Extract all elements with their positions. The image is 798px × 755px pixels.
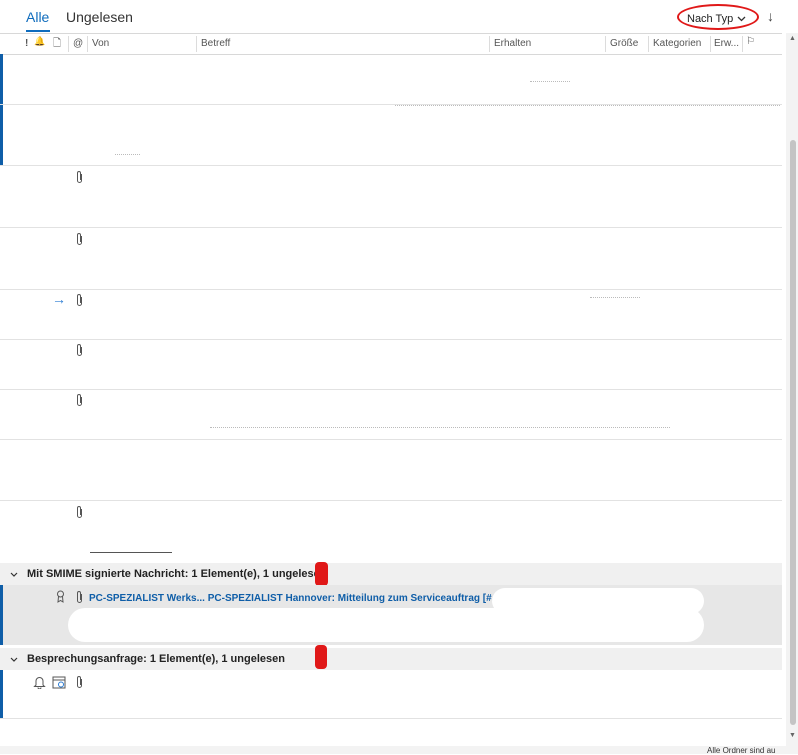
column-type-icon[interactable]: 🗋 (53, 36, 61, 53)
paperclip-icon (75, 293, 84, 310)
sort-direction-icon[interactable]: ↓ (767, 8, 774, 24)
paperclip-icon (75, 343, 84, 360)
message-row-4[interactable] (0, 228, 782, 290)
message-row-9[interactable] (0, 501, 782, 559)
message-row-6[interactable] (0, 340, 782, 390)
message-row-3[interactable] (0, 166, 782, 228)
paperclip-icon (75, 170, 84, 187)
group-header-smime[interactable]: Mit SMIME signierte Nachricht: 1 Element… (0, 563, 782, 585)
group-header-meeting[interactable]: Besprechungsanfrage: 1 Element(e), 1 ung… (0, 648, 782, 670)
column-attachment[interactable]: @ (73, 38, 83, 49)
column-flag-icon[interactable]: ⚐ (746, 36, 755, 47)
message-row-7[interactable] (0, 390, 782, 440)
annotation-mark (315, 645, 327, 669)
paperclip-icon (75, 505, 84, 522)
status-bar (0, 746, 798, 754)
forwarded-arrow-icon: → (52, 291, 66, 307)
column-size[interactable]: Größe (610, 38, 638, 49)
smime-message-text[interactable]: PC-SPEZIALIST Werks... PC-SPEZIALIST Han… (89, 593, 500, 604)
message-row-meeting[interactable] (0, 670, 782, 719)
group-title: Mit SMIME signierte Nachricht: 1 Element… (27, 568, 327, 580)
column-extended[interactable]: Erw... (714, 38, 739, 49)
paperclip-icon (75, 232, 84, 249)
column-received[interactable]: Erhalten (494, 38, 531, 49)
column-importance[interactable]: ! (25, 38, 28, 49)
tab-all[interactable]: Alle (26, 9, 49, 25)
column-categories[interactable]: Kategorien (653, 38, 701, 49)
paperclip-icon (75, 590, 84, 607)
message-row-1[interactable] (0, 54, 782, 105)
annotation-mark (315, 562, 328, 586)
scroll-up-icon[interactable]: ▲ (789, 35, 796, 42)
message-row-2[interactable] (0, 105, 782, 166)
annotation-circle (677, 4, 759, 30)
paperclip-icon (75, 393, 84, 410)
column-reminder-icon[interactable]: 🔔 (34, 36, 45, 47)
tab-all-underline (26, 30, 50, 32)
group-title: Besprechungsanfrage: 1 Element(e), 1 ung… (27, 653, 285, 665)
column-subject[interactable]: Betreff (201, 38, 230, 49)
column-from[interactable]: Von (92, 38, 109, 49)
scroll-down-icon[interactable]: ▼ (789, 732, 796, 739)
meeting-request-icon (52, 675, 66, 694)
chevron-down-icon (10, 569, 18, 579)
redaction-block (68, 608, 704, 642)
message-row-8[interactable] (0, 440, 782, 501)
chevron-down-icon (10, 654, 18, 664)
scrollbar-thumb[interactable] (790, 140, 796, 725)
tab-unread[interactable]: Ungelesen (66, 9, 133, 25)
paperclip-icon (75, 675, 84, 692)
column-header-row: ! 🔔 🗋 @ Von Betreff Erhalten Größe Kateg… (0, 33, 782, 55)
certificate-ribbon-icon (56, 590, 65, 608)
bell-icon (33, 675, 46, 694)
message-row-5[interactable]: → (0, 290, 782, 340)
